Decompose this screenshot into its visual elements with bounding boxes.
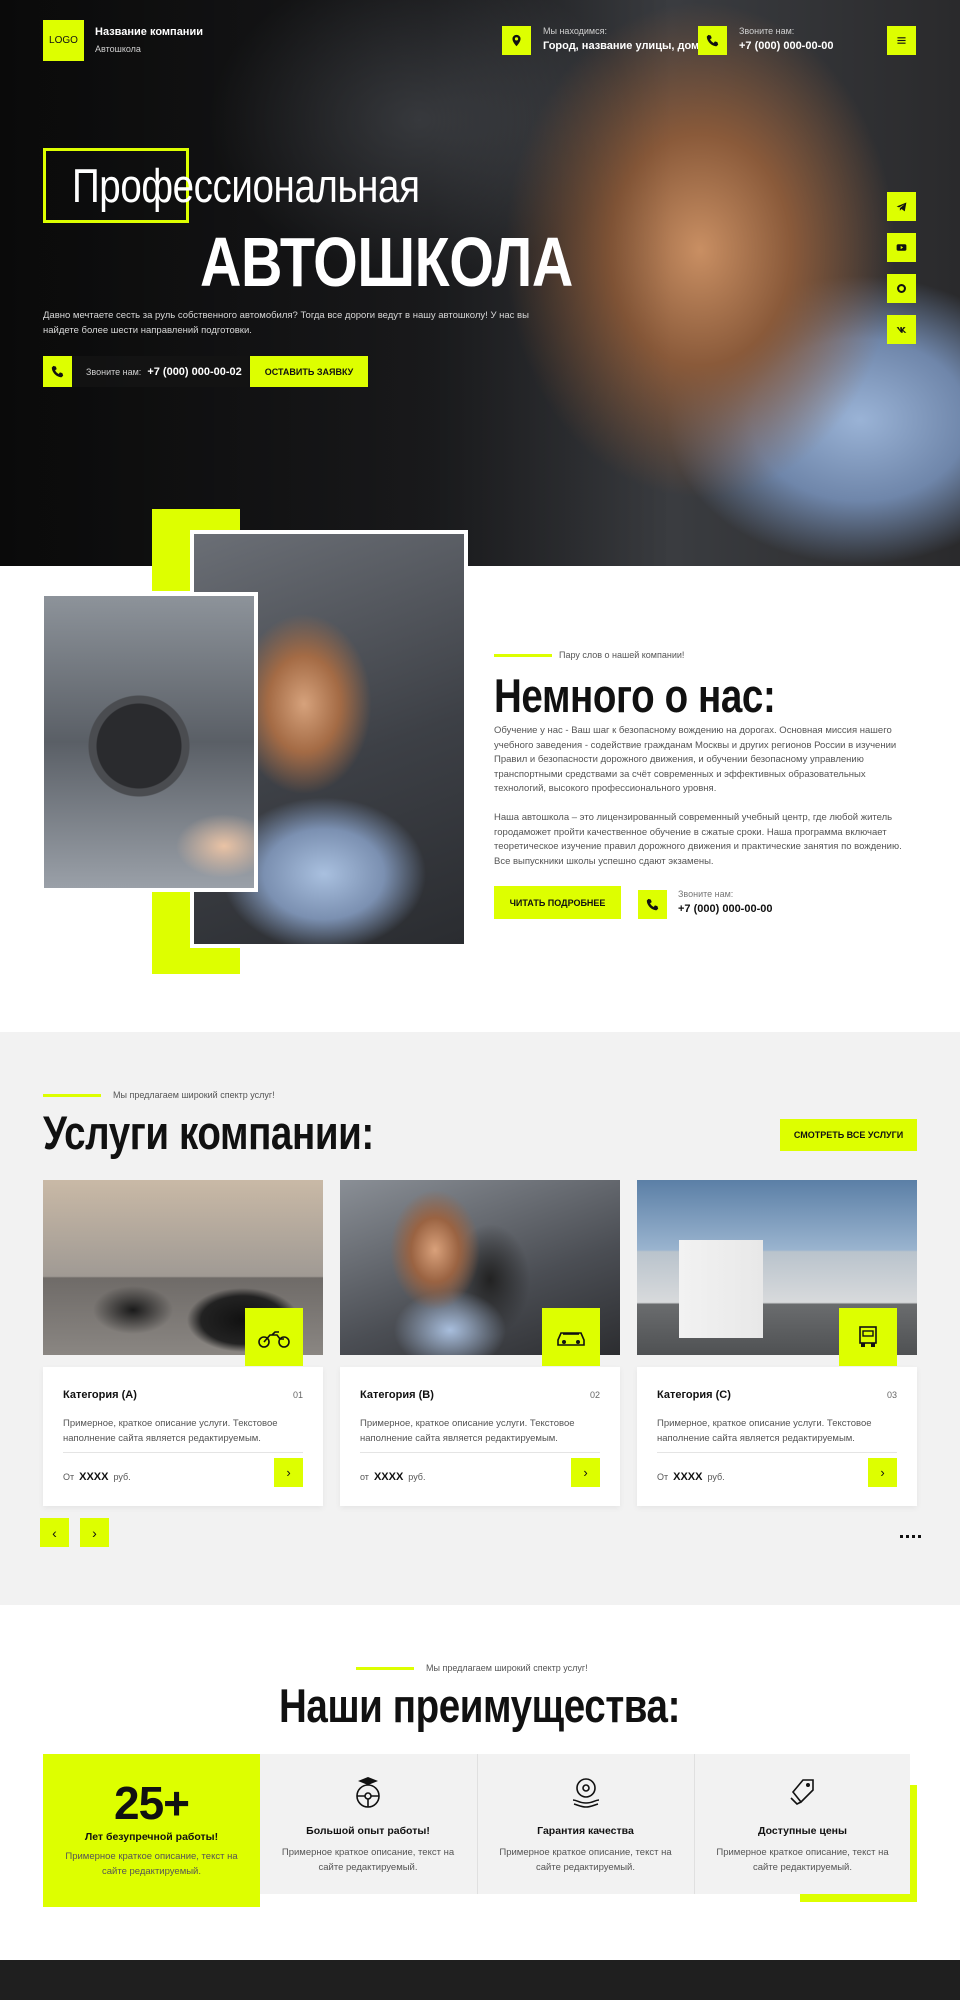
hero-phone-block[interactable]: Звоните нам: +7 (000) 000-00-02 [43,356,248,387]
service-card-body: Категория (В) 02 Примерное, краткое опис… [340,1367,620,1506]
hero-title-line2: АВТОШКОЛА [200,223,573,301]
divider [657,1452,897,1453]
youtube-icon[interactable] [887,233,916,262]
service-price: От XXXX руб. [63,1471,131,1483]
service-name: Категория (В) [360,1389,434,1401]
menu-burger-icon[interactable] [887,26,916,55]
logo[interactable]: LOGO [43,20,84,61]
kicker-line [43,1094,101,1097]
truck-icon [839,1308,897,1366]
advantage-highlight: 25+ Лет безупречной работы! Примерное кр… [43,1754,260,1907]
chevron-right-icon[interactable]: › [868,1458,897,1487]
service-card-body: Категория (А) 01 Примерное, краткое опис… [43,1367,323,1506]
car-icon [542,1308,600,1366]
advantage-description: Примерное краткое описание, текст на сай… [65,1851,238,1877]
whatsapp-icon[interactable] [887,274,916,303]
carousel-next-button[interactable]: › [80,1518,109,1547]
advantages-kicker: Мы предлагаем широкий спектр услуг! [426,1663,588,1673]
carousel-dots[interactable] [900,1535,921,1538]
about-photo-steering-wheel [40,592,258,892]
read-more-button[interactable]: ЧИТАТЬ ПОДРОБНЕЕ [494,886,621,919]
advantage-item: Доступные цены Примерное краткое описани… [694,1754,910,1894]
company-subtitle: Автошкола [95,44,141,54]
company-name: Название компании [95,26,203,38]
divider [360,1452,600,1453]
service-price: от XXXX руб. [360,1471,426,1483]
chevron-right-icon[interactable]: › [571,1458,600,1487]
phone-label: Звоните нам: [739,26,795,36]
chevron-right-icon[interactable]: › [274,1458,303,1487]
service-card-body: Категория (С) 03 Примерное, краткое опис… [637,1367,917,1506]
about-kicker: Пару слов о нашей компании! [559,650,685,660]
quality-wheel-icon [572,1778,600,1808]
service-card[interactable]: Категория (А) 01 Примерное, краткое опис… [43,1180,323,1506]
service-name: Категория (А) [63,1389,137,1401]
kicker-line [356,1667,414,1670]
about-paragraph-1: Обучение у нас - Ваш шаг к безопасному в… [494,725,897,794]
service-description: Примерное, краткое описание услуги. Текс… [360,1418,575,1444]
submit-request-button[interactable]: ОСТАВИТЬ ЗАЯВКУ [250,356,368,387]
services-kicker: Мы предлагаем широкий спектр услуг! [113,1090,275,1100]
about-title: Немного о нас: [494,669,776,722]
header-phone: Звоните нам: +7 (000) 000-00-00 [739,26,833,52]
hero-section: LOGO Название компании Автошкола Мы нахо… [0,0,960,566]
steering-graduate-icon [356,1777,380,1808]
location-value: Город, название улицы, дом [543,40,700,52]
hero-phone-value: +7 (000) 000-00-02 [147,365,242,378]
divider [63,1452,303,1453]
service-description: Примерное, краткое описание услуги. Текс… [657,1418,872,1444]
advantage-description: Примерное краткое описание, текст на сай… [716,1847,889,1873]
phone-icon[interactable] [638,890,667,919]
price-tag-icon [790,1779,814,1805]
advantage-item: Большой опыт работы! Примерное краткое о… [260,1754,476,1894]
service-number: 01 [292,1390,303,1400]
years-number: 25+ [113,1777,190,1829]
advantage-description: Примерное краткое описание, текст на сай… [499,1847,672,1873]
view-all-services-button[interactable]: СМОТРЕТЬ ВСЕ УСЛУГИ [780,1119,917,1151]
location-label: Мы находимся: [543,26,607,36]
about-phone-label: Звоните нам: [678,889,734,899]
kicker-line [494,654,552,657]
motorcycle-icon [245,1308,303,1366]
telegram-icon[interactable] [887,192,916,221]
advantage-heading: Доступные цены [758,1825,847,1837]
vk-icon[interactable] [887,315,916,344]
advantage-heading: Гарантия качества [537,1825,634,1837]
hero-phone-label: Звоните нам: [86,366,142,377]
service-number: 02 [589,1390,600,1400]
hero-description: Давно мечтаете сесть за руль собственног… [43,310,529,336]
about-paragraph-2: Наша автошкола – это лицензированный сов… [494,812,902,867]
advantage-heading: Лет безупречной работы! [84,1831,219,1843]
service-number: 03 [886,1390,897,1400]
carousel-prev-button[interactable]: ‹ [40,1518,69,1547]
service-description: Примерное, краткое описание услуги. Текс… [63,1418,278,1444]
advantage-description: Примерное краткое описание, текст на сай… [281,1847,455,1873]
phone-icon[interactable] [698,26,727,55]
about-phone: Звоните нам: +7 (000) 000-00-00 [678,889,772,915]
service-card[interactable]: Категория (С) 03 Примерное, краткое опис… [637,1180,917,1506]
company-block: Название компании Автошкола [95,26,203,54]
advantage-heading: Большой опыт работы! [306,1825,430,1837]
footer [0,1960,960,2000]
header-location: Мы находимся: Город, название улицы, дом [543,26,699,52]
service-name: Категория (С) [657,1389,731,1401]
advantage-item: Гарантия качества Примерное краткое опис… [477,1754,693,1894]
phone-icon [43,356,72,387]
about-phone-value[interactable]: +7 (000) 000-00-00 [678,903,772,915]
phone-value[interactable]: +7 (000) 000-00-00 [739,40,833,52]
advantages-title: Наши преимущества: [279,1679,681,1732]
service-card[interactable]: Категория (В) 02 Примерное, краткое опис… [340,1180,620,1506]
hero-title-line1: Профессиональная [72,159,420,212]
service-price: От XXXX руб. [657,1471,725,1483]
services-title: Услуги компании: [43,1106,374,1159]
location-pin-icon [502,26,531,55]
